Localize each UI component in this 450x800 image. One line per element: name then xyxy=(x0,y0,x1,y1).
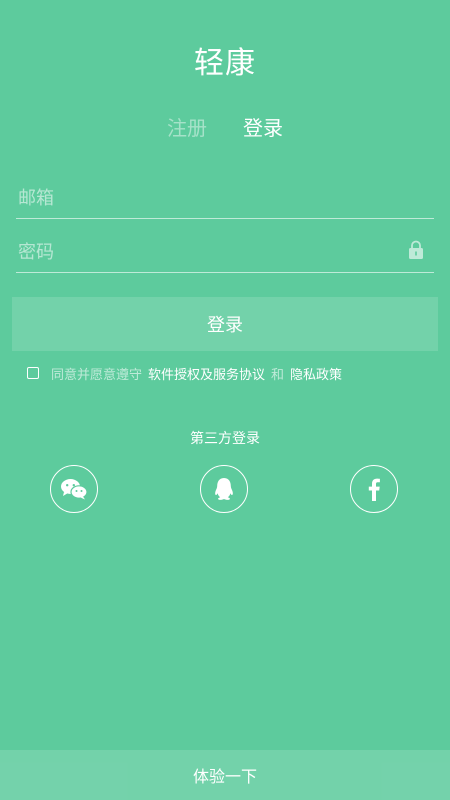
third-party-title: 第三方登录 xyxy=(190,431,260,447)
wechat-icon xyxy=(61,479,88,500)
wechat-login-button[interactable] xyxy=(50,465,98,513)
try-it-button[interactable]: 体验一下 xyxy=(0,750,450,800)
email-field[interactable] xyxy=(16,178,398,218)
qq-icon xyxy=(215,478,233,500)
facebook-icon xyxy=(368,478,380,501)
lock-icon[interactable] xyxy=(408,240,424,260)
password-field-container xyxy=(16,232,434,273)
agreement-and: 和 xyxy=(271,367,285,383)
auth-tabs: 注册 登录 xyxy=(0,112,450,141)
facebook-login-button[interactable] xyxy=(350,465,398,513)
app-title: 轻康 xyxy=(194,46,256,81)
email-field-container xyxy=(16,178,434,219)
terms-link[interactable]: 软件授权及服务协议 xyxy=(148,364,265,383)
tab-login[interactable]: 登录 xyxy=(243,112,283,141)
tab-register[interactable]: 注册 xyxy=(167,112,207,141)
agree-checkbox[interactable] xyxy=(27,367,39,379)
password-field[interactable] xyxy=(16,232,398,272)
login-button[interactable]: 登录 xyxy=(12,297,438,351)
agreement-row: 同意并愿意遵守 软件授权及服务协议 和 隐私政策 xyxy=(27,364,342,383)
agreement-prefix: 同意并愿意遵守 xyxy=(51,367,143,383)
privacy-link[interactable]: 隐私政策 xyxy=(290,364,342,383)
qq-login-button[interactable] xyxy=(200,465,248,513)
